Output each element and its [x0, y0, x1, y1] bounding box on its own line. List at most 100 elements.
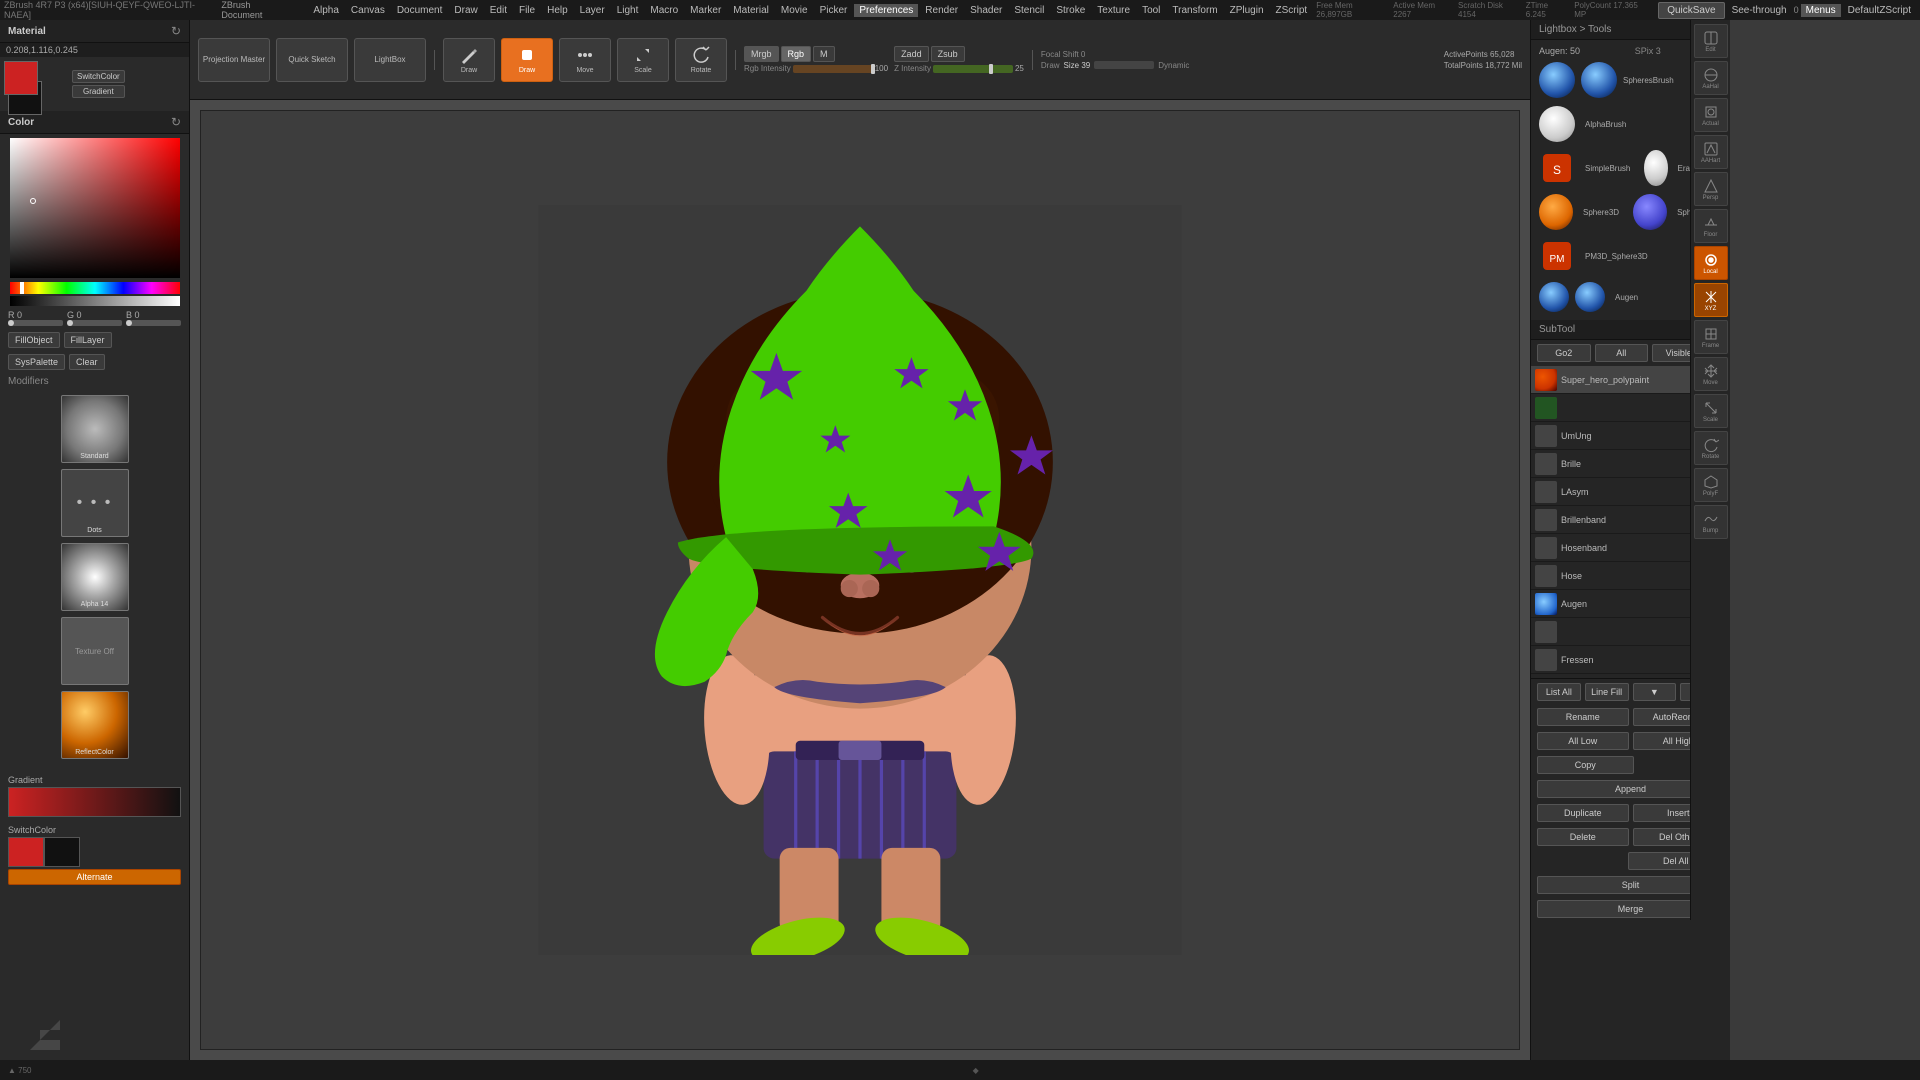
quick-sketch-button[interactable]: Quick Sketch [276, 38, 348, 82]
brush-preview-reflect[interactable]: ReflectColor [61, 691, 129, 759]
vp-btn-scale[interactable]: Scale [1694, 394, 1728, 428]
menu-material[interactable]: Material [728, 4, 774, 17]
canvas-area[interactable] [190, 100, 1530, 1060]
vp-btn-persp[interactable]: Persp [1694, 172, 1728, 206]
menu-preferences[interactable]: Preferences [854, 4, 918, 17]
scale-btn[interactable]: Scale [617, 38, 669, 82]
lightbox-button[interactable]: LightBox [354, 38, 426, 82]
menu-transform[interactable]: Transform [1167, 4, 1222, 17]
quicksave-button[interactable]: QuickSave [1658, 2, 1724, 19]
menu-help[interactable]: Help [542, 4, 573, 17]
menu-draw[interactable]: Draw [449, 4, 482, 17]
menu-zscript[interactable]: ZScript [1271, 4, 1313, 17]
rgb-button[interactable]: Rgb [781, 46, 812, 62]
menu-picker[interactable]: Picker [815, 4, 853, 17]
menu-light[interactable]: Light [612, 4, 644, 17]
lb-sphere-augen-2[interactable] [1575, 282, 1605, 312]
vp-btn-bump[interactable]: Bump [1694, 505, 1728, 539]
vp-btn-aahal[interactable]: AaHal [1694, 61, 1728, 95]
draw-button[interactable]: Draw [443, 38, 495, 82]
clear-button[interactable]: Clear [69, 354, 105, 370]
lb-sphere-eye-1[interactable] [1539, 62, 1575, 98]
hue-slider[interactable] [10, 282, 180, 294]
m-button[interactable]: M [813, 46, 835, 62]
vp-btn-move[interactable]: Move [1694, 357, 1728, 391]
goz2-button[interactable]: Go2 [1537, 344, 1591, 362]
draw-size-slider[interactable] [1094, 61, 1154, 69]
duplicate-button[interactable]: Duplicate [1537, 804, 1629, 822]
brush-preview-standard[interactable]: Standard [61, 395, 129, 463]
rotate-btn[interactable]: Rotate [675, 38, 727, 82]
sys-palette-button[interactable]: SysPalette [8, 354, 65, 370]
lb-sphere-eraser[interactable] [1644, 150, 1667, 186]
brush-preview-texture[interactable]: Texture Off [61, 617, 129, 685]
menu-zplugin[interactable]: ZPlugin [1225, 4, 1269, 17]
menu-render[interactable]: Render [920, 4, 963, 17]
menu-texture[interactable]: Texture [1092, 4, 1135, 17]
brightness-slider[interactable] [10, 296, 180, 306]
lb-sphere-orange[interactable] [1539, 194, 1573, 230]
lb-sphere-augen-1[interactable] [1539, 282, 1569, 312]
all-button[interactable]: All [1595, 344, 1649, 362]
vp-btn-frame[interactable]: Frame [1694, 320, 1728, 354]
vp-btn-rotate[interactable]: Rotate [1694, 431, 1728, 465]
vp-btn-edit[interactable]: Edit [1694, 24, 1728, 58]
menu-marker[interactable]: Marker [685, 4, 726, 17]
vp-btn-xyz[interactable]: XYZ [1694, 283, 1728, 317]
switch-color-button[interactable]: SwitchColor [72, 70, 125, 83]
material-refresh-icon[interactable]: ↻ [171, 24, 181, 38]
menu-stroke[interactable]: Stroke [1051, 4, 1090, 17]
arrow-down-btn[interactable]: ▼ [1633, 683, 1677, 701]
see-through-label[interactable]: See-through [1727, 4, 1792, 17]
zsub-button[interactable]: Zsub [931, 46, 965, 62]
lb-sphere-eye-2[interactable] [1581, 62, 1617, 98]
fill-object-button[interactable]: FillObject [8, 332, 60, 348]
rename-button[interactable]: Rename [1537, 708, 1629, 726]
menu-stencil[interactable]: Stencil [1009, 4, 1049, 17]
menu-edit[interactable]: Edit [485, 4, 512, 17]
switchcolor-fg[interactable] [8, 837, 44, 867]
gradient-preview[interactable] [8, 787, 181, 817]
menus-button[interactable]: Menus [1801, 4, 1841, 17]
lb-sphere-white[interactable] [1539, 106, 1575, 142]
vp-btn-actual[interactable]: Actual [1694, 98, 1728, 132]
zadd-button[interactable]: Zadd [894, 46, 929, 62]
brush-preview-alpha14[interactable]: Alpha 14 [61, 543, 129, 611]
g-slider[interactable] [67, 320, 122, 326]
foreground-color-swatch[interactable] [4, 61, 38, 95]
menu-document[interactable]: Document [392, 4, 448, 17]
simple-brush-icon[interactable]: S [1539, 150, 1575, 186]
menu-macro[interactable]: Macro [645, 4, 683, 17]
r-slider[interactable] [8, 320, 63, 326]
lb-sphere-blue[interactable] [1633, 194, 1667, 230]
more-button[interactable]: Move [559, 38, 611, 82]
menu-tool[interactable]: Tool [1137, 4, 1165, 17]
projection-master-button[interactable]: Projection Master [198, 38, 270, 82]
z-intensity-slider[interactable] [933, 65, 1013, 73]
vp-btn-polyf[interactable]: PolyF [1694, 468, 1728, 502]
b-slider[interactable] [126, 320, 181, 326]
brush-preview-dots[interactable]: • • • Dots [61, 469, 129, 537]
delete-button[interactable]: Delete [1537, 828, 1629, 846]
mrgb-button[interactable]: Mrgb [744, 46, 779, 62]
gradient-button[interactable]: Gradient [72, 85, 125, 98]
menu-movie[interactable]: Movie [776, 4, 813, 17]
rgb-intensity-slider[interactable] [793, 65, 873, 73]
copy-button[interactable]: Copy [1537, 756, 1634, 774]
menu-file[interactable]: File [514, 4, 540, 17]
vp-btn-floor[interactable]: Floor [1694, 209, 1728, 243]
vp-btn-aahart[interactable]: AAHart [1694, 135, 1728, 169]
pm3d-icon[interactable]: PM [1539, 238, 1575, 274]
all-low-button[interactable]: All Low [1537, 732, 1629, 750]
menu-alpha[interactable]: Alpha [308, 4, 344, 17]
menu-shader[interactable]: Shader [965, 4, 1007, 17]
color-refresh-icon[interactable]: ↻ [171, 115, 181, 129]
line-fill-button[interactable]: Line Fill [1585, 683, 1629, 701]
color-picker[interactable] [10, 138, 180, 278]
switchcolor-bg[interactable] [44, 837, 80, 867]
menu-layer[interactable]: Layer [575, 4, 610, 17]
menu-canvas[interactable]: Canvas [346, 4, 390, 17]
draw-active-button[interactable]: Draw [501, 38, 553, 82]
alternate-button[interactable]: Alternate [8, 869, 181, 885]
default-zscript[interactable]: DefaultZScript [1843, 4, 1916, 17]
